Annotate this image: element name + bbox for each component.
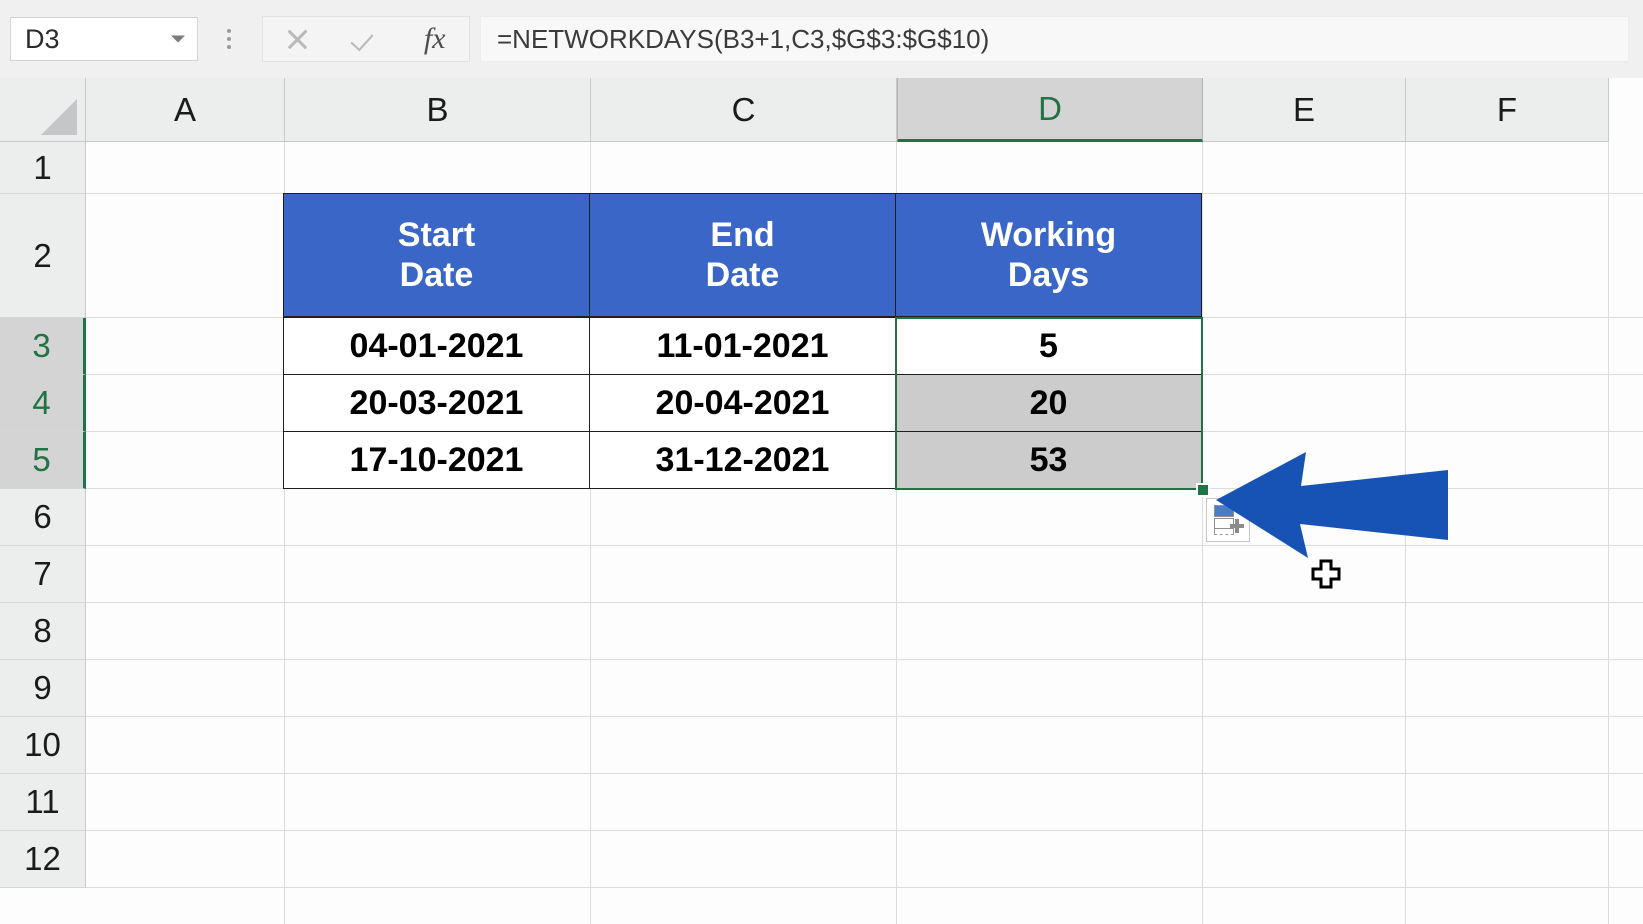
- cell-c3[interactable]: 11-01-2021: [589, 317, 896, 375]
- more-options-icon[interactable]: [210, 17, 248, 61]
- gridline-horizontal: [86, 716, 1643, 717]
- gridline-horizontal: [86, 602, 1643, 603]
- plus-icon: [1230, 519, 1244, 533]
- cell-b5[interactable]: 17-10-2021: [283, 431, 590, 489]
- select-all-corner-icon[interactable]: [0, 78, 86, 142]
- row-header-3[interactable]: 3: [0, 318, 86, 375]
- gridline-vertical: [1405, 142, 1406, 924]
- table-header-line: Working: [980, 215, 1117, 254]
- kebab-dot: [227, 29, 231, 33]
- gridline-horizontal: [86, 773, 1643, 774]
- cell-c4[interactable]: 20-04-2021: [589, 374, 896, 432]
- name-box[interactable]: D3: [10, 17, 198, 61]
- formula-input[interactable]: =NETWORKDAYS(B3+1,C3,$G$3:$G$10): [480, 16, 1629, 62]
- column-header-b[interactable]: B: [285, 78, 591, 142]
- worksheet-grid: A B C D E F 1 2 3 4 5 6 7 8 9 10 11 12 S…: [0, 78, 1643, 924]
- row-header-7[interactable]: 7: [0, 546, 86, 603]
- row-header-2[interactable]: 2: [0, 194, 86, 318]
- cell-b4[interactable]: 20-03-2021: [283, 374, 590, 432]
- cancel-button[interactable]: [269, 17, 325, 61]
- formula-bar-buttons: fx: [262, 16, 470, 62]
- row-header-9[interactable]: 9: [0, 660, 86, 717]
- kebab-dot: [227, 37, 231, 41]
- gridline-horizontal: [86, 545, 1643, 546]
- row-header-8[interactable]: 8: [0, 603, 86, 660]
- cross-cell-cursor-icon: [1311, 559, 1341, 589]
- column-header-row: A B C D E F: [0, 78, 1643, 142]
- cell-d3[interactable]: 5: [895, 317, 1202, 375]
- cell-area[interactable]: Start Date End Date Working Days 04-01-2…: [86, 142, 1643, 924]
- column-header-c[interactable]: C: [591, 78, 897, 142]
- table-header-end-date[interactable]: End Date: [589, 193, 896, 317]
- fx-insert-function-icon: fx: [423, 22, 446, 55]
- excel-worksheet-screenshot: D3 fx =NETWORKDAYS(B3+1,C3,$G$3:$G$10) A…: [0, 0, 1643, 924]
- gridline-horizontal: [86, 659, 1643, 660]
- check-icon: [351, 24, 381, 54]
- formula-input-value: =NETWORKDAYS(B3+1,C3,$G$3:$G$10): [497, 23, 990, 54]
- row-header-10[interactable]: 10: [0, 717, 86, 774]
- autofill-blue-box: [1214, 505, 1234, 517]
- formula-bar: D3 fx =NETWORKDAYS(B3+1,C3,$G$3:$G$10): [0, 0, 1643, 78]
- table-header-line: Date: [705, 256, 780, 294]
- confirm-button[interactable]: [338, 17, 394, 61]
- table-header-working-days[interactable]: Working Days: [895, 193, 1202, 317]
- gridline-vertical: [1608, 142, 1609, 924]
- row-header-4[interactable]: 4: [0, 375, 86, 432]
- row-header-5[interactable]: 5: [0, 432, 86, 489]
- column-header-e[interactable]: E: [1203, 78, 1406, 142]
- cell-d5[interactable]: 53: [895, 431, 1202, 489]
- autofill-options-icon[interactable]: [1206, 498, 1250, 542]
- column-header-d[interactable]: D: [897, 78, 1203, 142]
- table-header-line: Date: [399, 256, 474, 294]
- table-header-line: Start: [397, 215, 476, 254]
- cell-d4[interactable]: 20: [895, 374, 1202, 432]
- column-header-f[interactable]: F: [1406, 78, 1609, 142]
- cell-c5[interactable]: 31-12-2021: [589, 431, 896, 489]
- row-header-6[interactable]: 6: [0, 489, 86, 546]
- table-header-line: End: [710, 215, 775, 254]
- kebab-dot: [227, 45, 231, 49]
- gridline-vertical: [1202, 142, 1203, 924]
- gridline-horizontal: [86, 830, 1643, 831]
- insert-function-button[interactable]: fx: [407, 17, 463, 61]
- close-x-icon: [282, 24, 312, 54]
- row-header-11[interactable]: 11: [0, 774, 86, 831]
- gridline-horizontal: [86, 887, 1643, 888]
- chevron-down-icon[interactable]: [171, 35, 185, 43]
- table-header-start-date[interactable]: Start Date: [283, 193, 590, 317]
- name-box-value: D3: [25, 23, 60, 54]
- cell-b3[interactable]: 04-01-2021: [283, 317, 590, 375]
- column-header-a[interactable]: A: [86, 78, 285, 142]
- row-header-1[interactable]: 1: [0, 142, 86, 194]
- fill-handle-square-icon[interactable]: [1196, 483, 1210, 497]
- row-header-12[interactable]: 12: [0, 831, 86, 888]
- table-header-line: Days: [1007, 256, 1090, 294]
